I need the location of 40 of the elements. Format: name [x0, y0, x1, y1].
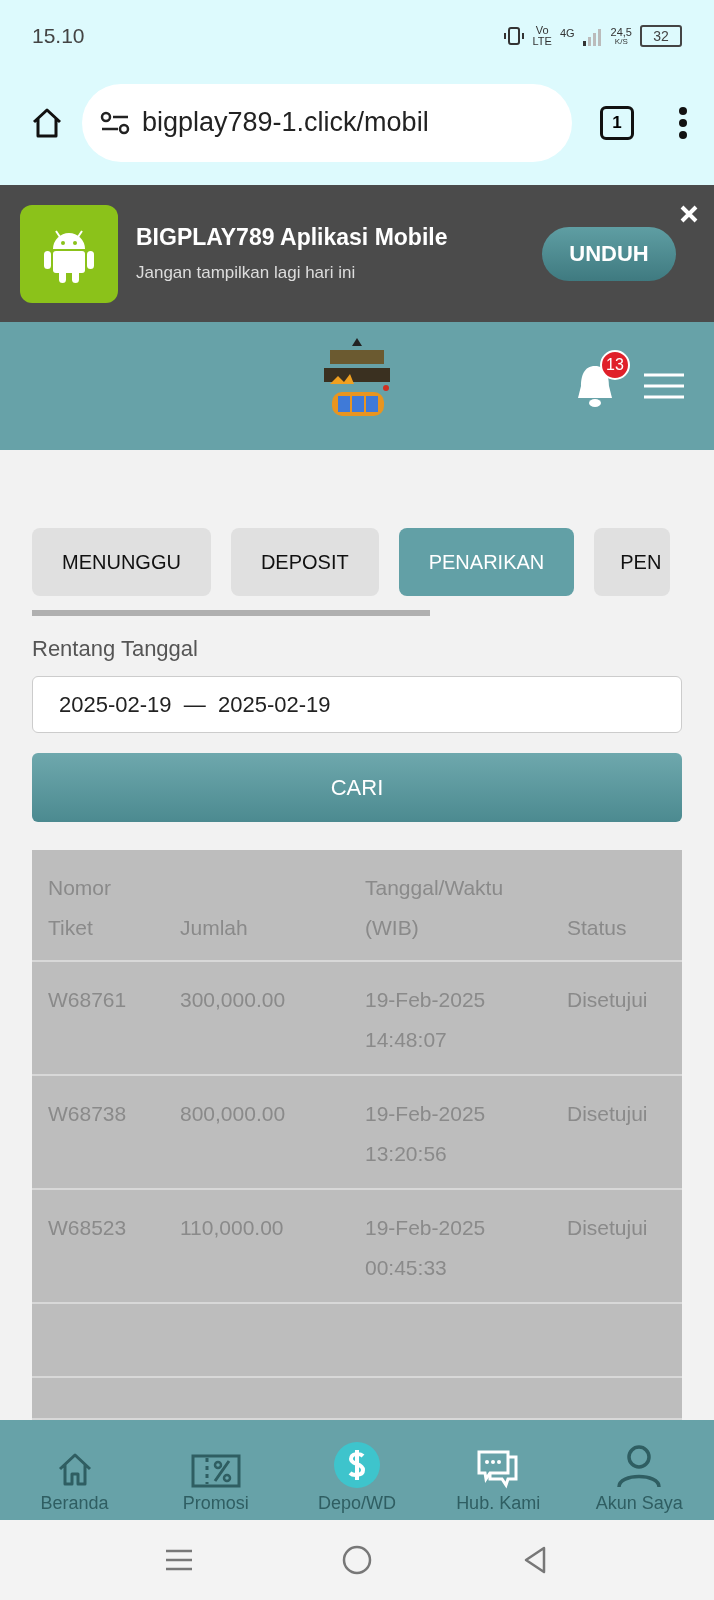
- battery-icon: 32: [640, 25, 682, 47]
- search-button[interactable]: CARI: [32, 753, 682, 822]
- tab[interactable]: PEN: [594, 528, 671, 596]
- download-button[interactable]: UNDUH: [542, 226, 676, 281]
- volte-label: LTE: [532, 36, 552, 47]
- nav-item[interactable]: Akun Saya: [569, 1426, 710, 1514]
- date-range-field[interactable]: 2025-02-19 — 2025-02-19: [32, 676, 682, 733]
- tab[interactable]: DEPOSIT: [230, 528, 379, 596]
- chat-icon: [476, 1449, 521, 1489]
- tab-count-button[interactable]: 1: [600, 105, 634, 140]
- volte-label: Vo: [535, 25, 549, 36]
- dollar-icon: [332, 1441, 381, 1489]
- vibrate-icon: [502, 26, 525, 46]
- more-icon[interactable]: [678, 105, 688, 140]
- back-icon[interactable]: [522, 1545, 548, 1575]
- recent-apps-icon[interactable]: [166, 1548, 192, 1572]
- nav-item[interactable]: Beranda: [4, 1426, 145, 1514]
- field-label: Rentang Tanggal: [32, 636, 199, 662]
- address-bar[interactable]: bigplay789-1.click/mobil: [82, 83, 572, 162]
- url-text: bigplay789-1.click/mobil: [142, 107, 429, 138]
- nav-item[interactable]: Depo/WD: [286, 1426, 427, 1514]
- coupon-icon: [190, 1453, 241, 1489]
- network-type: 4G: [559, 27, 575, 39]
- tab[interactable]: PENARIKAN: [398, 528, 575, 596]
- nav-item[interactable]: Promosi: [145, 1426, 286, 1514]
- nav-item[interactable]: Hub. Kami: [428, 1426, 569, 1514]
- signal-icon: [582, 26, 603, 46]
- dismiss-link[interactable]: Jangan tampilkan lagi hari ini: [136, 263, 524, 283]
- status-time: 15.10: [32, 24, 85, 48]
- menu-icon[interactable]: [644, 373, 684, 399]
- network-speed: 24,5: [610, 26, 632, 38]
- banner-title: BIGPLAY789 Aplikasi Mobile: [136, 224, 449, 251]
- notification-badge: 13: [600, 350, 630, 380]
- site-settings-icon[interactable]: [100, 110, 130, 135]
- network-unit: K/S: [614, 37, 628, 46]
- close-icon[interactable]: [680, 205, 698, 223]
- person-icon: [615, 1445, 664, 1489]
- tab[interactable]: MENUNGGU: [32, 528, 211, 596]
- android-app-icon: [20, 204, 118, 303]
- home-button-icon[interactable]: [342, 1545, 372, 1575]
